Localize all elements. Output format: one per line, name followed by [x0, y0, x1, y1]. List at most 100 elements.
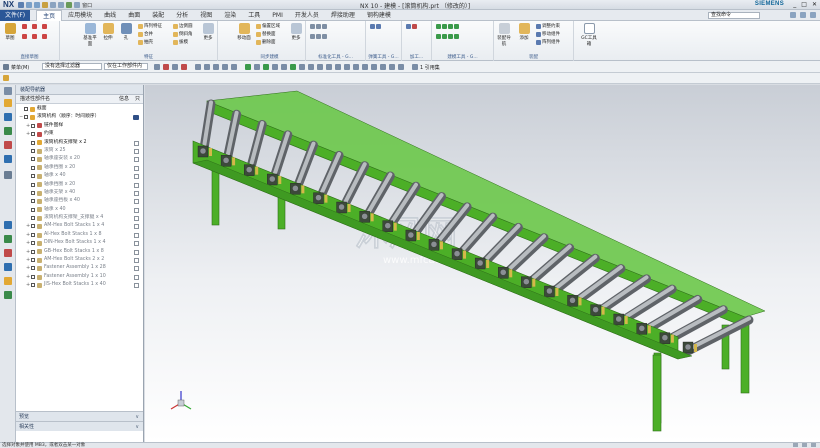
- readonly-checkbox[interactable]: [134, 174, 139, 180]
- paste-icon[interactable]: [58, 1, 65, 8]
- control-point-icon[interactable]: [231, 64, 237, 70]
- tree-row[interactable]: + 约束: [16, 130, 143, 138]
- sketch-button[interactable]: 草图: [2, 23, 18, 41]
- pole-icon[interactable]: [398, 64, 404, 70]
- visibility-checkbox[interactable]: [31, 140, 35, 145]
- visibility-checkbox[interactable]: [31, 132, 35, 137]
- box-select-icon[interactable]: [195, 64, 201, 70]
- expand-icon[interactable]: +: [26, 231, 30, 239]
- tree-row[interactable]: 轴承挡圈 x 20: [16, 164, 143, 172]
- roller-conveyor-model[interactable]: [192, 90, 766, 432]
- visibility-checkbox[interactable]: [31, 199, 35, 204]
- constraint-button[interactable]: 调整约束: [536, 23, 560, 29]
- undo-icon[interactable]: [26, 1, 33, 8]
- settings-gear-icon[interactable]: [4, 87, 12, 95]
- readonly-checkbox[interactable]: [134, 274, 139, 280]
- tree-row[interactable]: + GB-Hex Bolt Stacks 1 x 8: [16, 248, 143, 256]
- tree-row[interactable]: 轴承挡圈 x 20: [16, 181, 143, 189]
- bounded-grid-icon[interactable]: [389, 64, 395, 70]
- tab-analysis[interactable]: 分析: [170, 10, 194, 21]
- file-menu-tab[interactable]: 文件(F): [0, 9, 31, 21]
- expand-icon[interactable]: +: [26, 122, 30, 130]
- readonly-checkbox[interactable]: [134, 182, 139, 188]
- on-curve-icon[interactable]: [362, 64, 368, 70]
- visibility-checkbox[interactable]: [31, 216, 35, 221]
- polyline-tool[interactable]: [22, 34, 27, 39]
- visibility-checkbox[interactable]: [31, 232, 35, 237]
- settings-icon[interactable]: [3, 75, 9, 81]
- visibility-checkbox[interactable]: [24, 107, 28, 111]
- visibility-checkbox[interactable]: [31, 274, 35, 279]
- tree-row[interactable]: 轴承座安装 x 20: [16, 155, 143, 163]
- collapse-icon[interactable]: −: [19, 113, 23, 121]
- select-icon[interactable]: [172, 64, 178, 70]
- tree-row[interactable]: + AM-Hex Bolt Stacks 1 x 4: [16, 222, 143, 230]
- tree-row[interactable]: + 链件图样: [16, 122, 143, 130]
- expand-icon[interactable]: +: [26, 273, 30, 281]
- readonly-checkbox[interactable]: [134, 157, 139, 163]
- deselect-icon[interactable]: [181, 64, 187, 70]
- tree-row[interactable]: 轴承支架 x 40: [16, 189, 143, 197]
- chamfer-button[interactable]: 倒斜角: [173, 31, 193, 37]
- arc-tool[interactable]: [32, 24, 37, 29]
- save-icon[interactable]: [18, 1, 25, 8]
- readonly-checkbox[interactable]: [134, 283, 139, 289]
- readonly-checkbox[interactable]: [134, 148, 139, 154]
- readonly-checkbox[interactable]: [134, 241, 139, 247]
- conveyor-model-view[interactable]: 沐风网 www.mfcad.com: [145, 85, 820, 442]
- tab-weld-assistant[interactable]: 焊接助理: [325, 10, 361, 21]
- midpoint-snap-icon[interactable]: [222, 64, 228, 70]
- feature-more-button[interactable]: 更多: [200, 23, 216, 41]
- move-face-button[interactable]: 移动面: [236, 23, 252, 41]
- minimize-button[interactable]: _: [793, 1, 796, 8]
- ribbon-minimize-icon[interactable]: [810, 12, 816, 18]
- readonly-checkbox[interactable]: [134, 249, 139, 255]
- plus-icon[interactable]: [344, 64, 350, 70]
- curve-snap-icon[interactable]: [290, 64, 296, 70]
- intersection-icon[interactable]: [317, 64, 323, 70]
- tab-steel-modeling[interactable]: 钢构建模: [361, 10, 397, 21]
- line-tool[interactable]: [22, 24, 27, 29]
- expand-icon[interactable]: +: [26, 130, 30, 138]
- tab-pmi[interactable]: PMI: [266, 10, 289, 21]
- unite-button[interactable]: 合并: [138, 31, 153, 37]
- snap-icon[interactable]: [154, 64, 160, 70]
- visibility-checkbox[interactable]: [31, 123, 35, 128]
- repeat-command-icon[interactable]: [66, 1, 73, 8]
- zoom-icon[interactable]: [263, 64, 269, 70]
- type-filter-select[interactable]: 没有选择过滤器: [42, 63, 102, 70]
- tree-row[interactable]: 滚筒机构支撑架 x 2: [16, 139, 143, 147]
- copy-icon[interactable]: [50, 1, 57, 8]
- menu-icon[interactable]: [3, 64, 9, 70]
- tab-home[interactable]: 主页: [36, 9, 63, 21]
- standard-tools-row[interactable]: [310, 34, 327, 39]
- move-component-button[interactable]: 移动组件: [536, 31, 560, 37]
- datum-plane-button[interactable]: 基准平面: [82, 23, 98, 47]
- add-component-button[interactable]: 添加: [516, 23, 532, 41]
- tab-developer[interactable]: 开发人员: [289, 10, 325, 21]
- visibility-checkbox[interactable]: [31, 258, 35, 263]
- save-icon[interactable]: [133, 114, 139, 120]
- tree-row[interactable]: 截面: [16, 105, 143, 113]
- touch-mode-icon[interactable]: [74, 1, 81, 8]
- command-search-input[interactable]: 查找命令: [708, 12, 760, 19]
- offset-region-button[interactable]: 偏置区域: [256, 23, 280, 29]
- visibility-checkbox[interactable]: [31, 224, 35, 229]
- visibility-checkbox[interactable]: [31, 266, 35, 271]
- tree-row[interactable]: 滚筒 x 25: [16, 147, 143, 155]
- tangent-icon[interactable]: [326, 64, 332, 70]
- reuse-library-icon[interactable]: [4, 141, 12, 149]
- selection-scope-select[interactable]: 仅在工作部件内: [104, 63, 148, 70]
- redo-icon[interactable]: [34, 1, 41, 8]
- expand-icon[interactable]: +: [26, 264, 30, 272]
- help-icon[interactable]: [790, 12, 796, 18]
- visibility-checkbox[interactable]: [31, 174, 35, 179]
- reference-set-icon[interactable]: [412, 64, 418, 70]
- hd3d-tools-icon[interactable]: [4, 155, 12, 163]
- machining-button[interactable]: [406, 24, 417, 29]
- menu-button[interactable]: 菜单(M): [11, 64, 29, 71]
- readonly-checkbox[interactable]: [134, 140, 139, 146]
- assembly-navigator-tab-icon[interactable]: [4, 99, 12, 107]
- expand-icon[interactable]: +: [26, 239, 30, 247]
- tab-curve[interactable]: 曲线: [98, 10, 122, 21]
